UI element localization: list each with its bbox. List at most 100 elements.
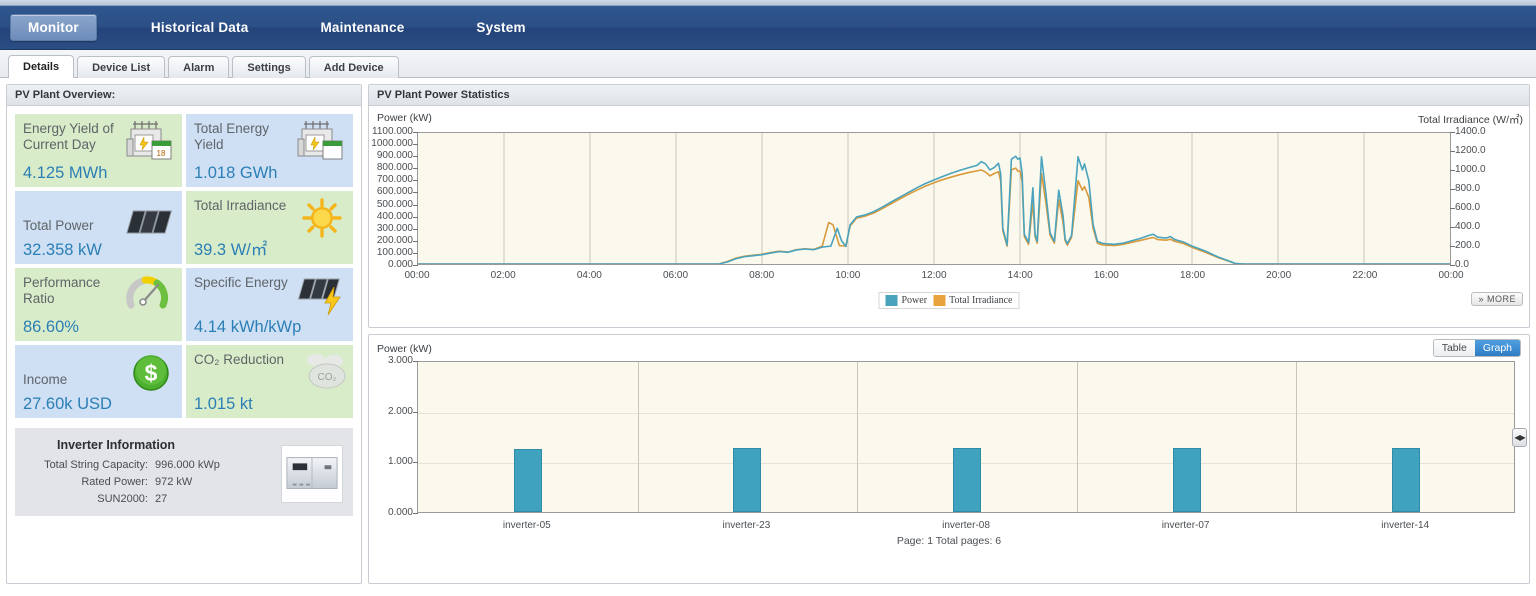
toggle-table[interactable]: Table <box>1433 340 1475 356</box>
kpi-value: 39.3 W/㎡ <box>194 241 268 259</box>
nav-item-system[interactable]: System <box>458 14 543 41</box>
tab-settings[interactable]: Settings <box>232 56 306 78</box>
inverter-info-value: 27 <box>155 493 168 505</box>
sub-tab-bar: Details Device List Alarm Settings Add D… <box>0 50 1536 78</box>
kpi-co2-reduction[interactable]: CO₂ Reduction 1.015 kt CO₂ <box>186 345 353 418</box>
inverter-info-key: Total String Capacity: <box>44 459 148 471</box>
kpi-performance-ratio[interactable]: Performance Ratio 86.60% <box>15 268 182 341</box>
stats-panel-title: PV Plant Power Statistics <box>369 85 1529 106</box>
bar-y-tick-label: 3.000 <box>387 355 413 366</box>
y-tick-mark <box>413 265 418 266</box>
kpi-total-irradiance[interactable]: Total Irradiance 39.3 W/㎡ <box>186 191 353 264</box>
x-tick-label: 20:00 <box>1266 270 1292 281</box>
bar-category-divider <box>1076 362 1078 512</box>
y2-tick-label: 1000.0 <box>1455 164 1486 175</box>
x-tick-label: 14:00 <box>1007 270 1033 281</box>
toggle-graph[interactable]: Graph <box>1474 340 1520 356</box>
bar-category-label: inverter-08 <box>942 520 990 531</box>
bar-y-tick-label: 2.000 <box>387 405 413 417</box>
inverter-information-box: Inverter Information Total String Capaci… <box>15 428 353 516</box>
x-tick-label: 04:00 <box>576 270 602 281</box>
y-tick-label: 800.000 <box>376 162 413 174</box>
inverter-info-value: 972 kW <box>155 476 193 488</box>
kpi-total-energy-yield[interactable]: Total Energy Yield 1.018 GWh <box>186 114 353 187</box>
y2-tick-label: 1200.0 <box>1455 145 1486 156</box>
y2-tick-mark <box>1450 208 1455 209</box>
y-tick-label: 400.000 <box>376 210 413 222</box>
y-tick-mark <box>413 156 418 158</box>
y-tick-mark <box>413 168 418 170</box>
bar[interactable] <box>1172 447 1201 512</box>
x-tick-label: 12:00 <box>921 270 947 281</box>
y2-tick-label: 600.0 <box>1455 202 1481 213</box>
inverter-info-key: Rated Power: <box>81 476 148 488</box>
x-tick-label: 22:00 <box>1352 270 1378 281</box>
y-tick-label: 500.000 <box>376 198 413 210</box>
y2-tick-label: 200.0 <box>1455 240 1481 251</box>
more-button[interactable]: » MORE <box>1471 292 1523 306</box>
bar-category-label: inverter-07 <box>1161 520 1210 531</box>
substation-calendar-icon <box>297 121 343 160</box>
nav-item-monitor[interactable]: Monitor <box>10 14 97 41</box>
line-chart-svg <box>418 133 1450 264</box>
bar-category-label: inverter-23 <box>722 520 771 531</box>
kpi-total-power[interactable]: Total Power 32.358 kW <box>15 191 182 264</box>
line-chart-y2-axis-title: Total Irradiance (W/㎡) <box>1417 114 1523 126</box>
kpi-specific-energy[interactable]: Specific Energy 4.14 kWh/kWp <box>186 268 353 341</box>
y2-tick-label: 400.0 <box>1455 221 1481 232</box>
x-tick-label: 18:00 <box>1179 270 1206 281</box>
y-tick-mark <box>413 132 418 133</box>
inverter-power-bar-chart-panel: Table Graph Power (kW) 0.000 1.000 2.000 3.… <box>368 334 1530 584</box>
kpi-label: Total Energy Yield <box>194 121 270 152</box>
bar-category-label: inverter-05 <box>502 520 551 531</box>
y2-tick-mark <box>1450 170 1455 171</box>
line-chart-area: Power (kW) Total Irradiance (W/㎡) 0.000 1… <box>369 106 1529 327</box>
y2-tick-mark <box>1450 151 1455 152</box>
substation-calendar-icon: 18 <box>126 121 172 160</box>
y-tick-label: 200.000 <box>376 234 413 246</box>
bar[interactable] <box>1392 447 1421 512</box>
tab-add-device[interactable]: Add Device <box>308 56 399 78</box>
kpi-income[interactable]: Income 27.60k USD $ <box>15 345 182 418</box>
y-tick-mark <box>413 192 418 194</box>
co2-cloud-icon: CO₂ <box>307 354 346 389</box>
page-content: PV Plant Overview: Energy Yield of Curre… <box>0 78 1536 584</box>
legend-label-power: Power <box>901 295 928 306</box>
kpi-label: Income <box>23 372 68 387</box>
nav-item-historical-data[interactable]: Historical Data <box>133 14 267 41</box>
y-tick-label: 100.000 <box>376 246 413 258</box>
nav-item-maintenance[interactable]: Maintenance <box>302 14 422 41</box>
kpi-value: 27.60k USD <box>23 395 112 413</box>
next-arrow-icon[interactable]: ▶ <box>1520 433 1526 442</box>
tab-alarm[interactable]: Alarm <box>168 56 230 78</box>
tab-details[interactable]: Details <box>8 55 75 78</box>
bar-y-tick-label: 0.000 <box>387 507 413 518</box>
legend-label-irradiance: Total Irradiance <box>949 295 1013 306</box>
kpi-value: 1.018 GWh <box>194 164 278 182</box>
x-tick-label: 08:00 <box>749 270 775 281</box>
line-chart-plot <box>417 132 1451 265</box>
overview-panel-title: PV Plant Overview: <box>7 85 361 106</box>
bar-category-divider <box>637 362 639 512</box>
bar-chart-plot <box>417 361 1515 513</box>
pager-arrows-button[interactable]: ◀ ▶ <box>1512 428 1527 447</box>
y-tick-mark <box>413 240 418 242</box>
bar[interactable] <box>513 448 542 512</box>
kpi-energy-yield-current-day[interactable]: Energy Yield of Current Day 4.125 MWh 18 <box>15 114 182 187</box>
x-tick-label: 00:00 <box>404 270 430 281</box>
bar[interactable] <box>733 448 762 512</box>
kpi-label: Specific Energy <box>194 275 288 290</box>
svg-text:CO₂: CO₂ <box>318 372 337 383</box>
y-tick-label: 600.000 <box>376 186 413 198</box>
kpi-value: 4.14 kWh/kWp <box>194 318 302 336</box>
line-chart-legend: Power Total Irradiance <box>878 292 1020 309</box>
bar[interactable] <box>953 447 981 512</box>
solar-panel-icon <box>126 210 172 234</box>
y-tick-mark <box>413 180 418 182</box>
sun-icon <box>302 198 342 238</box>
kpi-value: 86.60% <box>23 318 79 336</box>
y-tick-mark <box>413 204 418 206</box>
tab-device-list[interactable]: Device List <box>77 56 166 78</box>
y2-tick-mark <box>1450 189 1455 190</box>
y2-tick-mark <box>1450 265 1455 266</box>
